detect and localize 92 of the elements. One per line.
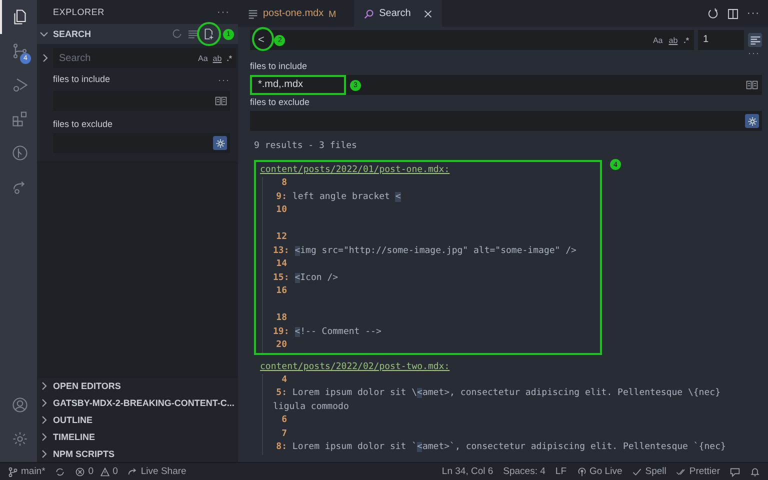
branch-icon (10, 42, 28, 60)
file-path-link[interactable]: content/posts/2022/01/post-one.mdx: (260, 164, 450, 177)
collapsed-section[interactable]: TIMELINE (37, 428, 238, 446)
notifications-icon[interactable] (750, 466, 760, 476)
field-label: files to include (53, 74, 110, 84)
highlight-circle (252, 27, 274, 51)
indentation-status[interactable]: Spaces: 4 (503, 466, 546, 477)
code-line[interactable]: 16 (273, 285, 596, 298)
code-line[interactable]: 20 (273, 339, 596, 352)
code-line[interactable]: 8 (273, 177, 596, 190)
go-live-status[interactable]: Go Live (576, 466, 622, 477)
collapsed-section[interactable]: NPM SCRIPTS (37, 445, 238, 462)
more-actions[interactable]: ··· (217, 6, 230, 18)
matched-code-line[interactable]: 13: <img src="http://some-image.jpg" alt="some-image" /> (273, 244, 596, 258)
error-icon (75, 466, 86, 476)
file-lines-icon (248, 8, 258, 18)
matched-code-line[interactable]: 8: Lorem ipsum dolor sit `<amet>`, consectetur adipiscing elit. Pellentesque `{nec} (273, 441, 746, 454)
context-lines-toggle[interactable] (748, 33, 762, 47)
split-editor-icon[interactable] (727, 8, 739, 20)
exclude-field[interactable] (53, 133, 230, 153)
matched-code-line[interactable]: 5: Lorem ipsum dolor sit \<amet>, consectetur adipiscing elit. Pellentesque \{nec} ligula commodo (273, 387, 746, 414)
exclude-settings-toggle[interactable] (213, 136, 227, 150)
warning-icon (100, 466, 110, 476)
field-label: files to exclude (250, 97, 311, 107)
code-line[interactable]: 7 (273, 428, 746, 441)
matched-code-line[interactable]: 9: left angle bracket < (273, 190, 596, 204)
lines-icon (750, 34, 760, 46)
account-icon[interactable] (10, 396, 28, 414)
file-path-link[interactable]: content/posts/2022/02/post-two.mdx: (260, 360, 450, 374)
share-arrow-icon (128, 466, 138, 476)
collapsed-section[interactable]: OUTLINE (37, 412, 238, 428)
search-option-toggle[interactable]: .* (684, 36, 689, 44)
exclude-field[interactable] (250, 111, 762, 131)
exclude-settings-toggle[interactable] (745, 114, 759, 128)
cursor-position[interactable]: Ln 34, Col 6 (442, 466, 494, 477)
code-line[interactable]: 10 (273, 204, 596, 218)
problems-status[interactable]: 0 0 (75, 466, 118, 477)
gear-icon (214, 138, 226, 148)
book-icon[interactable] (215, 96, 227, 106)
context-lines-field[interactable]: 1 (698, 30, 744, 50)
clear-results-icon[interactable] (187, 28, 199, 40)
editor-tab[interactable]: post-one.mdx M (238, 0, 346, 27)
graph-icon (10, 144, 28, 162)
gear-icon (746, 116, 758, 126)
line-ending-status[interactable]: LF (555, 466, 566, 477)
close-icon[interactable] (424, 10, 432, 18)
search-option-toggle[interactable]: .* (226, 54, 232, 62)
matched-code-line[interactable]: 15: <Icon /> (273, 272, 596, 285)
check-icon (632, 466, 642, 476)
extensions-icon (10, 110, 28, 128)
matched-code-line[interactable]: 19: <!-- Comment --> (273, 326, 596, 339)
run-debug-icon (10, 76, 28, 94)
spell-status[interactable]: Spell (632, 466, 666, 477)
search-option-toggle[interactable]: Aa (198, 54, 208, 62)
branch-status[interactable]: main* (8, 466, 46, 477)
results-summary: 9 results - 3 files (254, 141, 358, 151)
code-line[interactable]: 6 (273, 414, 746, 428)
code-line[interactable]: 4 (273, 374, 746, 387)
new-file-icon[interactable] (203, 28, 215, 40)
feedback-icon[interactable] (730, 466, 740, 476)
search-option-toggle[interactable]: ab (668, 36, 678, 44)
search-option-toggle[interactable]: ab (212, 54, 222, 62)
live-share-status[interactable]: Live Share (128, 466, 186, 477)
sidebar-title: EXPLORER (53, 7, 104, 17)
branch-icon (8, 466, 18, 476)
include-field[interactable] (53, 91, 230, 111)
code-line[interactable]: 14 (273, 258, 596, 272)
double-check-icon (676, 466, 686, 476)
chevron-icon[interactable] (40, 53, 50, 63)
code-line[interactable]: 12 (273, 231, 596, 244)
more-actions[interactable]: ··· (747, 8, 760, 19)
book-icon[interactable] (746, 80, 758, 90)
refresh-icon[interactable] (707, 8, 719, 20)
sync-icon[interactable] (55, 466, 66, 476)
prettier-status[interactable]: Prettier (676, 466, 720, 477)
code-line[interactable]: 18 (273, 312, 596, 326)
search-field[interactable]: Search Aa ab .* (53, 48, 236, 68)
more-options[interactable]: ··· (748, 50, 760, 59)
field-label: files to include (250, 61, 308, 71)
field-label: files to exclude (53, 119, 114, 129)
settings-icon[interactable] (10, 430, 28, 448)
search-icon (364, 8, 374, 18)
broadcast-icon (576, 466, 586, 476)
editor-tab[interactable]: Search (354, 0, 442, 27)
include-value[interactable]: *.md,.mdx (250, 75, 346, 95)
collapsed-section[interactable]: GATSBY-MDX-2-BREAKING-CONTENT-C... (37, 394, 238, 412)
search-option-toggle[interactable]: Aa (652, 36, 663, 44)
highlight-circle (197, 22, 221, 46)
chevron-icon[interactable] (39, 29, 49, 39)
more-options[interactable]: ··· (218, 75, 230, 85)
section-title[interactable]: SEARCH (53, 29, 92, 39)
collapsed-section[interactable]: OPEN EDITORS (37, 378, 238, 395)
